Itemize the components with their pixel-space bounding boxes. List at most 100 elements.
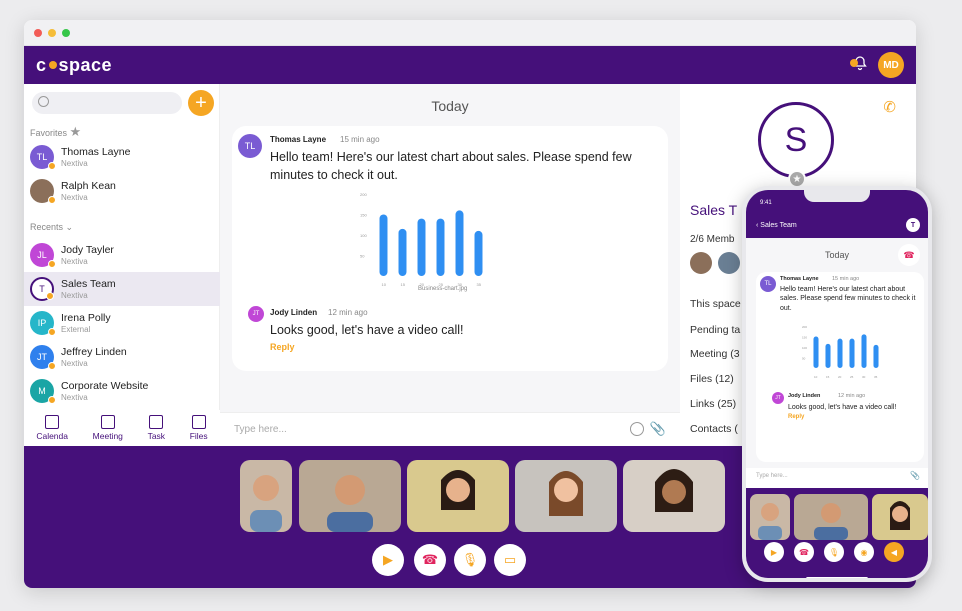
message-text: Looks good, let's have a video call!: [270, 323, 464, 337]
participant-video[interactable]: [794, 494, 868, 540]
mobile-composer[interactable]: Type here... 📎: [746, 468, 928, 488]
y-tick-label: 50: [802, 357, 806, 361]
x-tick-label: 10: [382, 282, 387, 287]
presence-status-dot: [48, 396, 56, 404]
chart-bar: [813, 336, 819, 368]
chart-bar: [873, 344, 879, 368]
camera-icon[interactable]: ▶: [764, 542, 784, 562]
member-avatar[interactable]: [690, 252, 712, 274]
x-tick-label: 15: [401, 282, 406, 287]
contact-text: Corporate Website Nextiva: [61, 380, 148, 402]
favorites-label: Favorites ★: [30, 124, 82, 139]
screen-share-icon[interactable]: ▭: [494, 544, 526, 576]
chart-bar: [849, 338, 855, 368]
message-composer[interactable]: Type here... 📎: [220, 412, 680, 446]
nav-calenda[interactable]: Calenda: [36, 415, 68, 441]
search-input[interactable]: [32, 92, 182, 114]
user-avatar[interactable]: MD: [878, 52, 904, 78]
reply-link[interactable]: Reply: [270, 342, 295, 352]
presence-status-dot: [48, 196, 56, 204]
details-row[interactable]: Links (25): [690, 398, 736, 410]
mobile-header: 9:41 ‹ Sales Team T: [746, 190, 928, 238]
chart-bar: [861, 334, 867, 368]
phone-icon[interactable]: ✆: [883, 98, 896, 116]
message-avatar: JT: [772, 392, 784, 404]
sidebar-contact[interactable]: Ralph Kean Nextiva: [24, 174, 220, 208]
message-avatar: TL: [238, 134, 262, 158]
details-row[interactable]: Pending ta: [690, 324, 740, 336]
sidebar-contact[interactable]: JL Jody Tayler Nextiva: [24, 238, 220, 272]
attachment-clip-icon[interactable]: 📎: [910, 471, 920, 480]
contact-org: Nextiva: [61, 393, 88, 402]
notification-bell-icon[interactable]: [850, 55, 872, 75]
contact-avatar: TL: [30, 145, 56, 170]
details-row[interactable]: Contacts (: [690, 423, 738, 435]
message-author: Jody Linden: [270, 308, 318, 317]
sales-chart-attachment[interactable]: 5010015020010 15 20 25 30 35: [358, 188, 494, 288]
details-row[interactable]: This space: [690, 298, 741, 310]
participant-video[interactable]: [407, 460, 509, 532]
maximize-window-icon[interactable]: [62, 28, 70, 37]
participant-video[interactable]: [299, 460, 401, 532]
message-avatar: TL: [760, 276, 776, 292]
sidebar-contact[interactable]: IP Irena Polly External: [24, 306, 220, 340]
sidebar-contact[interactable]: JT Jeffrey Linden Nextiva: [24, 340, 220, 374]
member-avatar[interactable]: [718, 252, 740, 274]
y-tick-label: 100: [360, 233, 367, 238]
details-row[interactable]: Meeting (3: [690, 348, 740, 360]
task-icon: [149, 415, 164, 429]
nav-task[interactable]: Task: [148, 415, 165, 441]
hangup-icon[interactable]: ☎: [414, 544, 446, 576]
y-tick-label: 50: [360, 254, 365, 259]
contact-name: Corporate Website: [61, 380, 149, 392]
hangup-icon[interactable]: ☎: [794, 542, 814, 562]
contact-name: Ralph Kean: [61, 180, 116, 192]
x-tick-label: 35: [874, 375, 878, 379]
camera-icon[interactable]: ▶: [372, 544, 404, 576]
microphone-icon[interactable]: 🎙: [824, 542, 844, 562]
mobile-chat: Today ☎ TL Thomas Layne 15 min ago Hello…: [746, 238, 928, 468]
mobile-title[interactable]: ‹ Sales Team: [756, 222, 797, 229]
contact-text: Sales Team Nextiva: [61, 278, 116, 300]
participant-video[interactable]: [750, 494, 790, 540]
participant-video[interactable]: [515, 460, 617, 532]
mobile-hangup-icon[interactable]: ☎: [898, 244, 920, 266]
participant-video[interactable]: [240, 460, 292, 532]
mobile-sales-chart[interactable]: 50 100 150 200 10 15 20 25 30 35: [800, 320, 888, 380]
home-indicator: [806, 577, 868, 578]
x-tick-label: 10: [814, 375, 818, 379]
contact-avatar: T: [30, 277, 54, 301]
brand-logo: c space: [36, 54, 113, 75]
sidebar-contact[interactable]: TL Thomas Layne Nextiva: [24, 140, 220, 174]
speaker-icon[interactable]: ◀: [884, 542, 904, 562]
recents-label[interactable]: Recents ⌄: [30, 222, 73, 233]
title-bar: [24, 20, 916, 46]
participant-video[interactable]: [872, 494, 928, 540]
camera-switch-icon[interactable]: ◉: [854, 542, 874, 562]
star-icon: ★: [69, 124, 82, 139]
add-button[interactable]: +: [188, 90, 214, 116]
chart-bar: [417, 218, 426, 276]
sidebar: + Favorites ★ TL Thomas Layne Nextiva Ralph…: [24, 84, 220, 446]
nav-meeting[interactable]: Meeting: [93, 415, 123, 441]
reply-link[interactable]: Reply: [788, 414, 804, 420]
contact-name: Thomas Layne: [61, 146, 131, 158]
close-window-icon[interactable]: [34, 28, 42, 37]
sidebar-contact[interactable]: T Sales Team Nextiva: [24, 272, 220, 306]
status-time: 9:41: [760, 200, 772, 206]
y-tick-label: 200: [802, 325, 807, 329]
emoji-icon[interactable]: [630, 422, 644, 436]
nav-files[interactable]: Files: [190, 415, 208, 441]
attachment-clip-icon[interactable]: 📎: [650, 421, 666, 437]
minimize-window-icon[interactable]: [48, 28, 56, 37]
calendar-icon: [45, 415, 60, 429]
microphone-icon[interactable]: 🎙: [454, 544, 486, 576]
x-tick-label: 20: [838, 375, 842, 379]
mobile-space-badge[interactable]: T: [906, 218, 920, 232]
chart-bar: [398, 228, 407, 276]
details-row[interactable]: Files (12): [690, 373, 734, 385]
sidebar-contact[interactable]: M Corporate Website Nextiva: [24, 374, 220, 408]
participant-video[interactable]: [623, 460, 725, 532]
nav-label: Task: [147, 431, 166, 441]
nav-label: Files: [189, 431, 208, 441]
